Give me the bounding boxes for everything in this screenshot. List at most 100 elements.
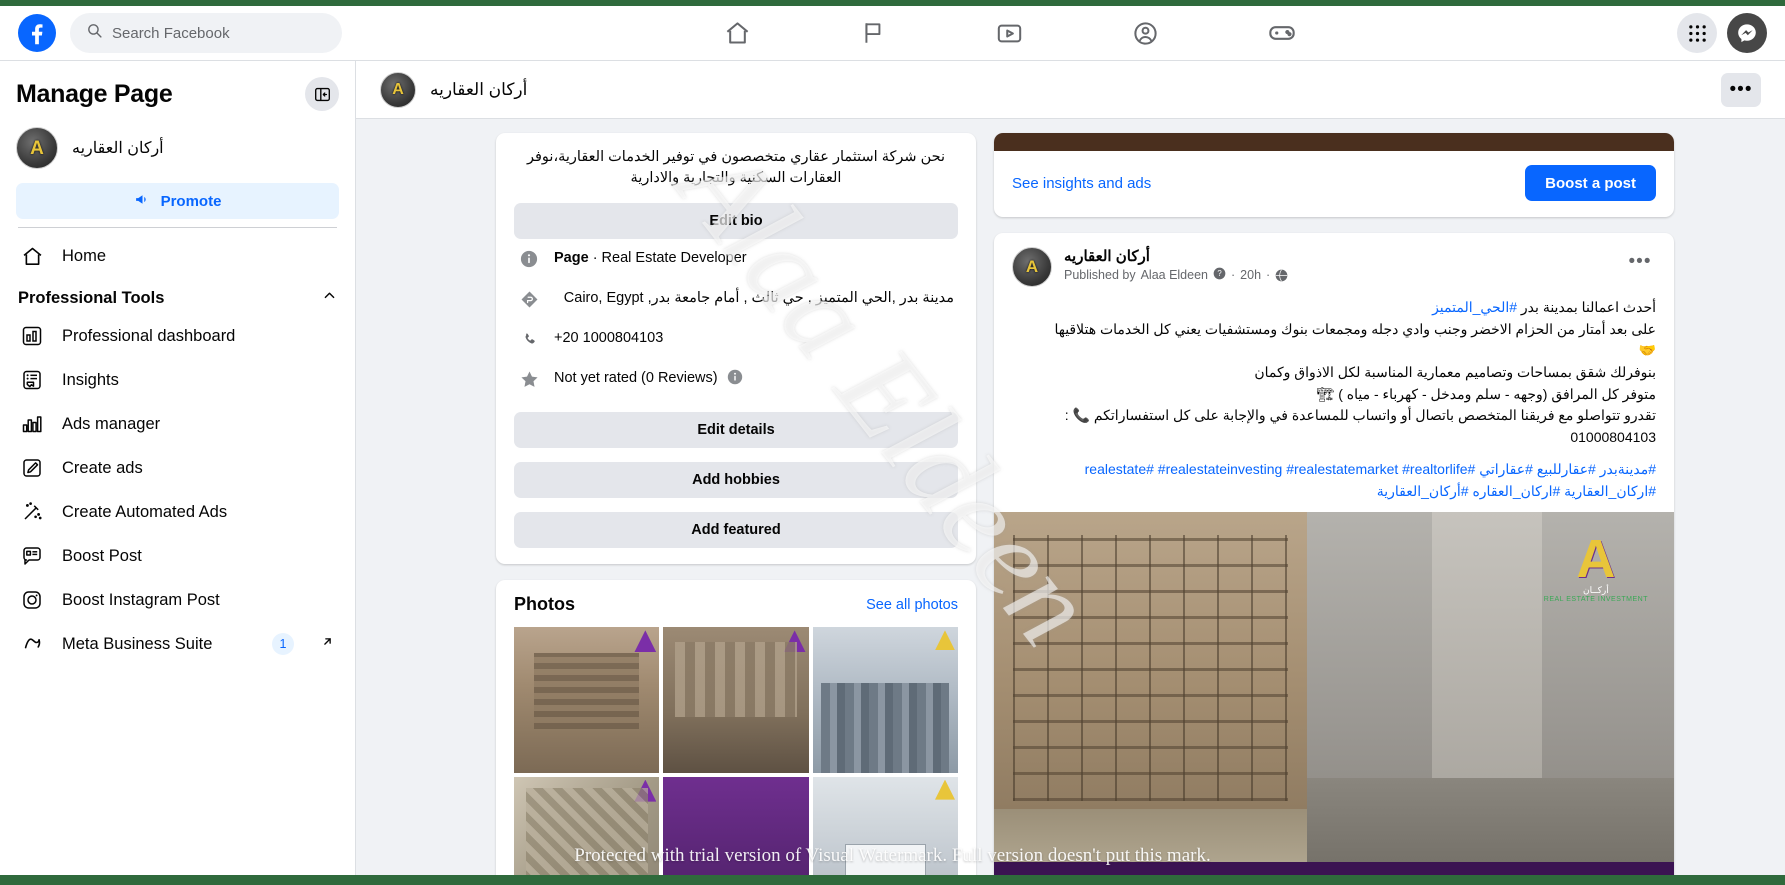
- avatar: A: [16, 127, 58, 169]
- sidebar-page-name: أركان العقاريه: [72, 140, 164, 157]
- meta-infinity-icon: [18, 630, 46, 658]
- edit-bio-button[interactable]: Edit bio: [514, 203, 958, 240]
- messenger-icon[interactable]: [1727, 13, 1767, 53]
- post-hashtag-inline[interactable]: #الحي_المتميز: [1432, 299, 1517, 315]
- avatar[interactable]: A: [380, 71, 416, 108]
- corner-badge-icon: [634, 630, 657, 653]
- add-hobbies-button[interactable]: Add hobbies: [514, 462, 958, 499]
- sidebar-item-create-automated-ads[interactable]: Create Automated Ads: [10, 490, 345, 534]
- instagram-icon: [18, 586, 46, 614]
- photo-thumbnail[interactable]: [514, 776, 660, 875]
- more-horizontal-icon[interactable]: •••: [1624, 247, 1656, 275]
- see-insights-and-ads-link[interactable]: See insights and ads: [1012, 175, 1151, 192]
- status-badge: 1: [272, 633, 294, 655]
- photo-thumbnail[interactable]: من شركات العقاري المثالي لبناء منزلك: [663, 776, 809, 875]
- hashtag-line[interactable]: #مدينةبدر #عقارللبيع #عقاراتي #realestat…: [1012, 459, 1656, 481]
- post-subline: Published by Alaa Eldeen ? · 20h ·: [1064, 267, 1612, 283]
- pencil-square-icon: [18, 454, 46, 482]
- detail-rest: · Real Estate Developer: [588, 250, 747, 267]
- top-bar-actions: [1677, 13, 1767, 53]
- post-line: على بعد أمتار من الحزام الاخضر وجنب وادي…: [1054, 320, 1656, 337]
- more-horizontal-icon[interactable]: •••: [1721, 72, 1761, 107]
- photo-thumbnail[interactable]: [663, 627, 809, 773]
- sidebar-item-professional-dashboard[interactable]: Professional dashboard: [10, 314, 345, 358]
- edit-details-button[interactable]: Edit details: [514, 412, 958, 449]
- post-image-building: [994, 512, 1307, 875]
- sidebar-item-meta-business-suite[interactable]: Meta Business Suite 1: [10, 622, 345, 666]
- sidebar-divider: [18, 227, 337, 228]
- sidebar-item-boost-post[interactable]: Boost Post: [10, 534, 345, 578]
- sidebar-item-label: Insights: [62, 370, 119, 389]
- search-input[interactable]: Search Facebook: [70, 13, 342, 53]
- video-icon[interactable]: [982, 13, 1038, 53]
- sidebar-item-boost-instagram-post[interactable]: Boost Instagram Post: [10, 578, 345, 622]
- post-image-footer-band: [994, 862, 1674, 875]
- post-line: متوفر كل المرافق (وجهه - سلم ومدخل - كهر…: [1316, 385, 1656, 402]
- sidebar-section-professional-tools[interactable]: Professional Tools: [10, 278, 345, 314]
- question-circle-icon[interactable]: ?: [1213, 267, 1226, 283]
- insights-icon: [18, 366, 46, 394]
- location-pin-icon: [518, 288, 540, 310]
- promote-button[interactable]: Promote: [16, 183, 339, 219]
- manage-page-sidebar: Manage Page A أركان العقاريه Promote Hom…: [0, 61, 356, 875]
- panel-collapse-icon[interactable]: [305, 77, 339, 111]
- sidebar-page-identity[interactable]: A أركان العقاريه: [10, 121, 345, 179]
- sidebar-item-create-ads[interactable]: Create ads: [10, 446, 345, 490]
- star-icon: [518, 368, 540, 390]
- published-prefix: Published by: [1064, 268, 1136, 282]
- gaming-icon[interactable]: [1254, 13, 1310, 53]
- sidebar-item-ads-manager[interactable]: Ads manager: [10, 402, 345, 446]
- browser-bottom-strip: [0, 875, 1785, 885]
- facebook-top-bar: Search Facebook: [0, 6, 1785, 61]
- avatar[interactable]: A: [1012, 247, 1052, 287]
- facebook-logo-icon[interactable]: [18, 14, 56, 52]
- post-line: أحدث اعمالنا بمدينة بدر #الحي_المتميز: [1012, 297, 1656, 319]
- bar-chart-icon: [18, 410, 46, 438]
- corner-badge-icon: [934, 630, 955, 651]
- home-icon[interactable]: [710, 13, 766, 53]
- post-publisher: Alaa Eldeen: [1140, 268, 1208, 282]
- search-icon: [86, 22, 103, 44]
- boost-a-post-button[interactable]: Boost a post: [1525, 165, 1656, 201]
- see-all-photos-link[interactable]: See all photos: [866, 597, 958, 613]
- photos-card: Photos See all photos من شركات العقاري ا…: [496, 580, 976, 875]
- photo-thumbnail[interactable]: [812, 776, 958, 875]
- post-hashtags: #مدينةبدر #عقارللبيع #عقاراتي #realestat…: [994, 459, 1674, 512]
- dot-separator: ·: [1266, 268, 1271, 282]
- sidebar-item-label: Ads manager: [62, 414, 161, 433]
- dot-separator: ·: [1231, 268, 1236, 282]
- photo-thumbnail[interactable]: [514, 627, 660, 773]
- detail-text: Page · Real Estate Developer: [554, 248, 954, 268]
- post-image[interactable]: A أركــان REAL ESTATE INVESTMENT: [994, 512, 1674, 875]
- flag-icon[interactable]: [846, 13, 902, 53]
- grid-menu-icon[interactable]: [1677, 13, 1717, 53]
- photo-thumbnail[interactable]: [812, 627, 958, 773]
- post-author[interactable]: أركان العقاريه: [1064, 247, 1612, 265]
- globe-icon[interactable]: [1275, 269, 1288, 282]
- detail-text: +20 1000804103: [554, 330, 664, 347]
- post-time: 20h: [1240, 268, 1262, 282]
- logo-letter: A: [1576, 529, 1616, 590]
- hashtag-line[interactable]: #اركان_العقارية #اركان_العقاره #أركان_ال…: [1012, 481, 1656, 503]
- sidebar-item-home[interactable]: Home: [10, 234, 345, 278]
- photos-title: Photos: [514, 594, 575, 615]
- detail-row-category: Page · Real Estate Developer: [514, 239, 958, 279]
- post-image-crop: [994, 133, 1674, 151]
- sidebar-title: Manage Page: [16, 79, 173, 108]
- info-icon[interactable]: [727, 369, 743, 391]
- sidebar-item-label: Boost Post: [62, 546, 142, 565]
- rating-label: Not yet rated (0 Reviews): [554, 370, 718, 387]
- post-header: A أركان العقاريه Published by Alaa Eldee…: [994, 233, 1674, 291]
- phone-icon: [518, 328, 540, 350]
- insights-card: See insights and ads Boost a post: [994, 133, 1674, 217]
- detail-row-rating: Not yet rated (0 Reviews): [514, 359, 958, 400]
- sidebar-item-insights[interactable]: Insights: [10, 358, 345, 402]
- home-outline-icon: [18, 242, 46, 270]
- add-featured-button[interactable]: Add featured: [514, 512, 958, 549]
- sidebar-header: Manage Page: [10, 71, 345, 121]
- chevron-up-icon[interactable]: [322, 288, 337, 308]
- detail-row-phone: +20 1000804103: [514, 319, 958, 359]
- groups-icon[interactable]: [1118, 13, 1174, 53]
- sidebar-section-label: Professional Tools: [18, 288, 165, 307]
- detail-text: مدينة بدر ,الحي المتميز , حي ثالث , أمام…: [563, 290, 954, 307]
